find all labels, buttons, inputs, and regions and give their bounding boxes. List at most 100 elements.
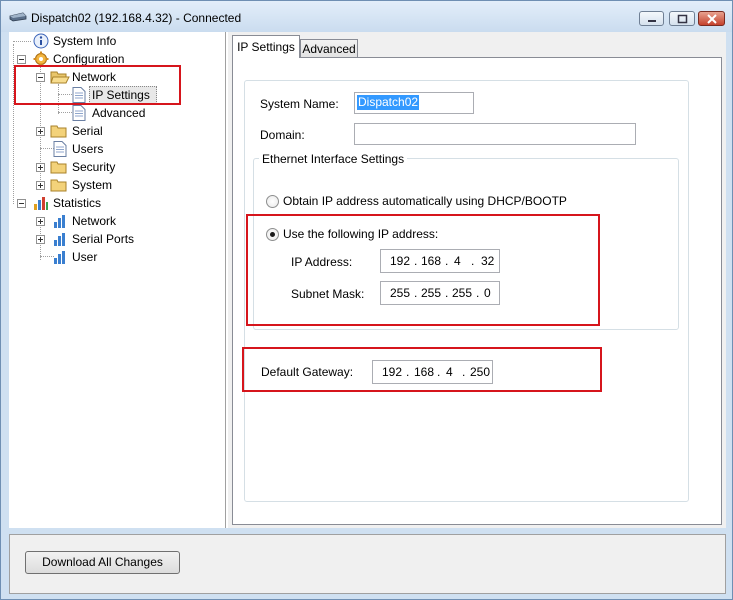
download-all-changes-button[interactable]: Download All Changes	[25, 551, 180, 574]
ip-dot: .	[414, 254, 418, 268]
ip-dot: .	[414, 286, 418, 300]
collapse-icon[interactable]	[17, 199, 26, 208]
bottom-bar: Download All Changes	[9, 534, 726, 594]
close-button[interactable]	[698, 11, 725, 26]
ip-dot: .	[445, 254, 449, 268]
tree-item-user[interactable]: User	[9, 248, 224, 266]
tree-item-label: Security	[72, 160, 116, 174]
ethernet-group-label: Ethernet Interface Settings	[259, 152, 408, 166]
tree-item-statistics[interactable]: Statistics	[9, 194, 224, 212]
expand-icon[interactable]	[36, 235, 45, 244]
expand-icon[interactable]	[36, 181, 45, 190]
tree-item-label: IP Settings	[92, 88, 150, 102]
tree-item-security[interactable]: Security	[9, 158, 224, 176]
bar-chart-icon	[34, 197, 48, 210]
ip-octet[interactable]: 250	[470, 361, 490, 383]
ip-octet[interactable]: 255	[421, 282, 441, 304]
tree-item-label: Statistics	[53, 196, 102, 210]
tree-item-label: Users	[72, 142, 104, 156]
tree-item-label: System Info	[53, 34, 117, 48]
static-ip-option-label[interactable]: Use the following IP address:	[283, 227, 438, 241]
maximize-icon	[677, 14, 688, 24]
ip-octet[interactable]: 168	[414, 361, 434, 383]
collapse-icon[interactable]	[36, 73, 45, 82]
bar-chart-icon	[54, 215, 65, 228]
main-window: Dispatch02 (192.168.4.32) - Connected Sy…	[0, 0, 733, 600]
ip-address-label: IP Address:	[291, 255, 353, 269]
maximize-button[interactable]	[669, 11, 695, 26]
tree-item-stat-network[interactable]: Network	[9, 212, 224, 230]
expand-icon[interactable]	[36, 163, 45, 172]
tree-item-system[interactable]: System	[9, 176, 224, 194]
minimize-button[interactable]	[639, 11, 664, 26]
ip-octet[interactable]: 168	[421, 250, 441, 272]
ip-octet[interactable]: 192	[382, 361, 402, 383]
domain-field[interactable]	[354, 123, 636, 145]
tab-page: System Name: Dispatch02 Domain: Ethernet…	[232, 57, 722, 525]
bar-chart-icon	[54, 233, 65, 246]
system-name-value: Dispatch02	[357, 95, 420, 110]
default-gateway-field[interactable]: 192 . 168 . 4 . 250	[372, 360, 493, 384]
gear-icon	[33, 51, 49, 67]
ip-octet[interactable]: 4	[446, 361, 453, 383]
settings-panel: IP Settings Advanced System Name: Dispat…	[228, 32, 726, 528]
ip-octet[interactable]: 0	[484, 282, 491, 304]
ip-dot: .	[462, 365, 466, 379]
tree-item-users[interactable]: Users	[9, 140, 224, 158]
static-ip-radio[interactable]	[266, 228, 279, 241]
default-gateway-label: Default Gateway:	[261, 365, 354, 379]
tree-item-label: Network	[72, 214, 117, 228]
tree-item-label: User	[72, 250, 98, 264]
open-folder-icon	[50, 71, 70, 84]
window-title: Dispatch02 (192.168.4.32) - Connected	[31, 11, 242, 25]
close-icon	[707, 14, 717, 24]
system-name-field[interactable]: Dispatch02	[354, 92, 474, 114]
network-device-icon	[9, 12, 27, 22]
info-icon	[33, 33, 49, 49]
folder-icon	[50, 179, 67, 192]
ip-octet[interactable]: 255	[452, 282, 472, 304]
folder-icon	[50, 161, 67, 174]
tree-item-network[interactable]: Network	[9, 68, 224, 86]
ip-dot: .	[471, 254, 475, 268]
tree-item-configuration[interactable]: Configuration	[9, 50, 224, 68]
title-bar[interactable]: Dispatch02 (192.168.4.32) - Connected	[1, 1, 732, 32]
document-icon	[72, 105, 86, 121]
subnet-mask-label: Subnet Mask:	[291, 287, 365, 301]
ip-octet[interactable]: 32	[481, 250, 494, 272]
domain-label: Domain:	[260, 128, 305, 142]
folder-icon	[50, 125, 67, 138]
ip-octet[interactable]: 4	[454, 250, 461, 272]
ip-octet[interactable]: 192	[390, 250, 410, 272]
tree-item-label: Configuration	[53, 52, 125, 66]
minimize-icon	[648, 20, 656, 22]
tab-advanced[interactable]: Advanced	[300, 39, 358, 58]
tree-item-serial-ports[interactable]: Serial Ports	[9, 230, 224, 248]
tree-item-advanced[interactable]: Advanced	[9, 104, 224, 122]
client-area: System Info Configuration Network IP Set…	[9, 32, 726, 528]
collapse-icon[interactable]	[17, 55, 26, 64]
ip-dot: .	[406, 365, 410, 379]
tree-item-serial[interactable]: Serial	[9, 122, 224, 140]
tree-item-label: Serial Ports	[72, 232, 135, 246]
expand-icon[interactable]	[36, 127, 45, 136]
tree-item-label: Serial	[72, 124, 103, 138]
dhcp-option-label[interactable]: Obtain IP address automatically using DH…	[283, 194, 567, 208]
ip-address-field[interactable]: 192 . 168 . 4 . 32	[380, 249, 500, 273]
tree-item-system-info[interactable]: System Info	[9, 32, 224, 50]
document-icon	[53, 141, 67, 157]
tab-ip-settings[interactable]: IP Settings	[232, 35, 300, 58]
ip-dot: .	[476, 286, 480, 300]
subnet-mask-field[interactable]: 255 . 255 . 255 . 0	[380, 281, 500, 305]
system-name-label: System Name:	[260, 97, 339, 111]
tree-item-label: Advanced	[92, 106, 146, 120]
ip-dot: .	[437, 365, 441, 379]
ip-dot: .	[445, 286, 449, 300]
bar-chart-icon	[54, 251, 65, 264]
tree-item-label: Network	[72, 70, 117, 84]
ip-octet[interactable]: 255	[390, 282, 410, 304]
tree-item-ip-settings[interactable]: IP Settings	[9, 86, 224, 104]
dhcp-radio[interactable]	[266, 195, 279, 208]
navigation-tree[interactable]: System Info Configuration Network IP Set…	[9, 32, 226, 528]
expand-icon[interactable]	[36, 217, 45, 226]
